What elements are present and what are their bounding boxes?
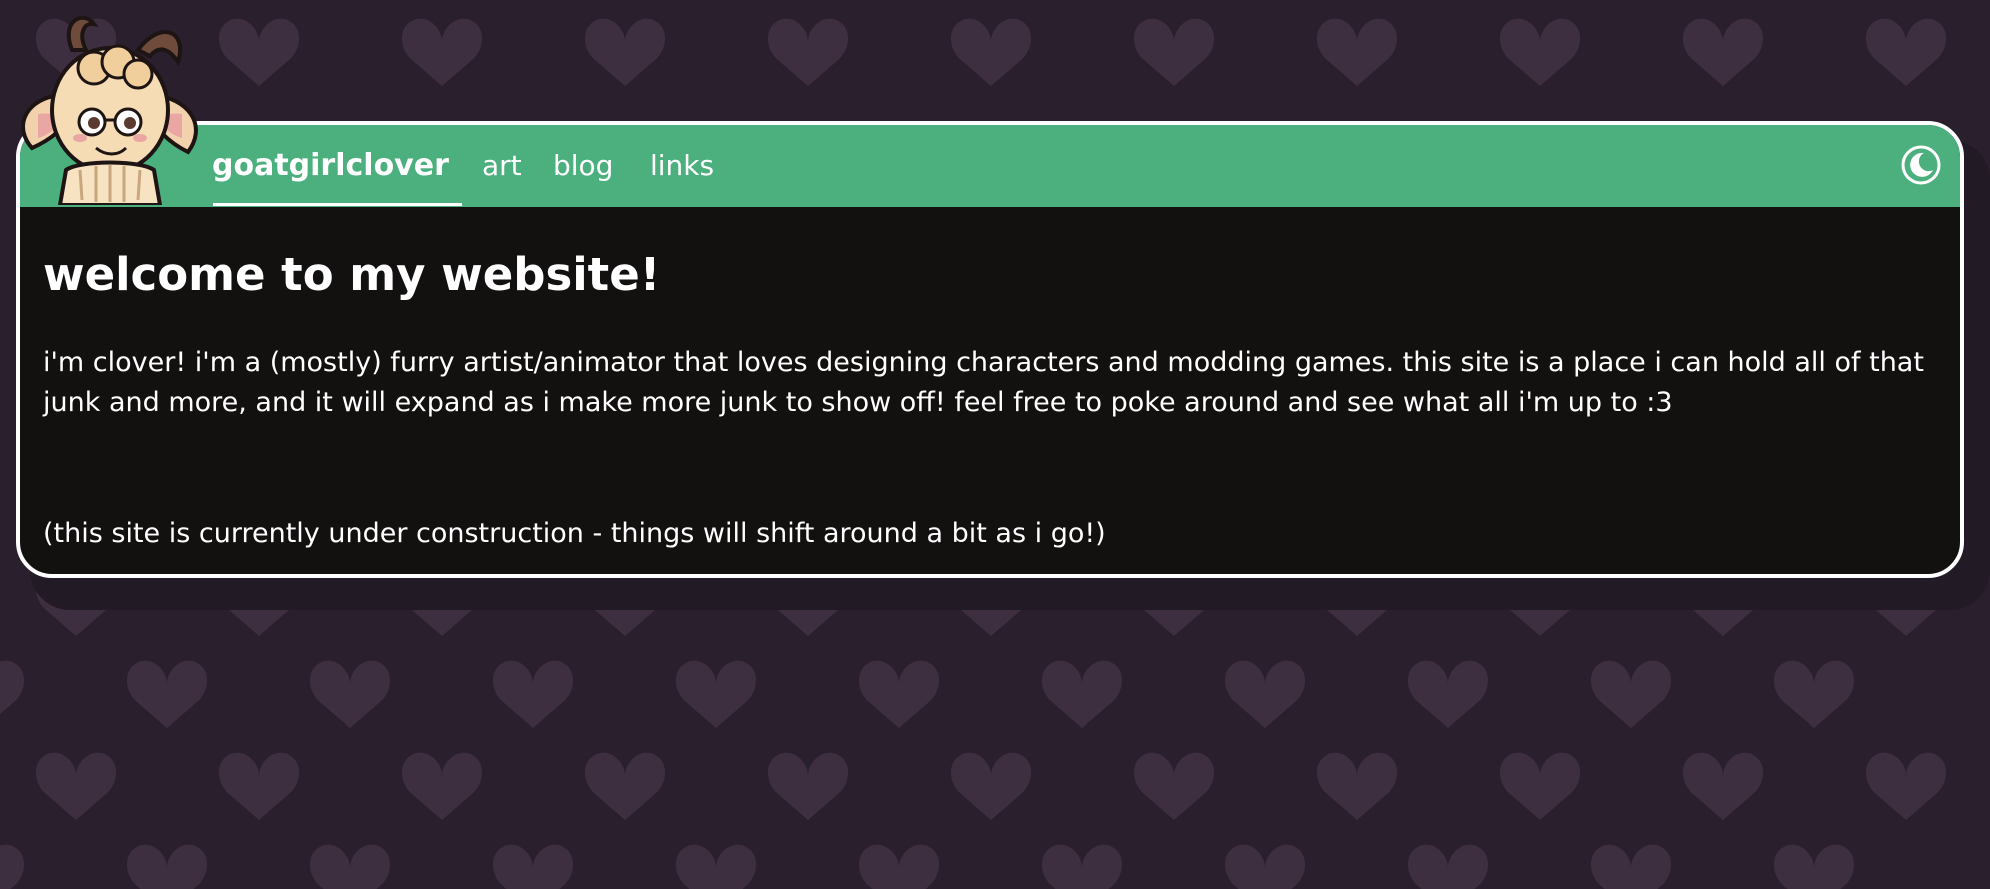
nav-item-links[interactable]: links xyxy=(650,125,714,207)
nav-item-blog[interactable]: blog xyxy=(553,125,613,207)
nav-brand-link[interactable]: goatgirlclover xyxy=(212,125,449,207)
intro-paragraph: i'm clover! i'm a (mostly) furry artist/… xyxy=(43,347,1924,418)
page-title: welcome to my website! xyxy=(43,248,661,301)
top-navbar: goatgirlclover art blog links xyxy=(20,125,1960,207)
moon-icon xyxy=(1901,145,1941,185)
main-card: goatgirlclover art blog links welcome to… xyxy=(16,121,1964,578)
theme-toggle-button[interactable] xyxy=(1900,144,1942,186)
goat-mascot-icon xyxy=(21,15,198,205)
nav-item-art[interactable]: art xyxy=(482,125,522,207)
active-nav-underline xyxy=(213,203,462,206)
construction-note: (this site is currently under constructi… xyxy=(43,518,1106,549)
content-area: welcome to my website! i'm clover! i'm a… xyxy=(43,207,1936,554)
